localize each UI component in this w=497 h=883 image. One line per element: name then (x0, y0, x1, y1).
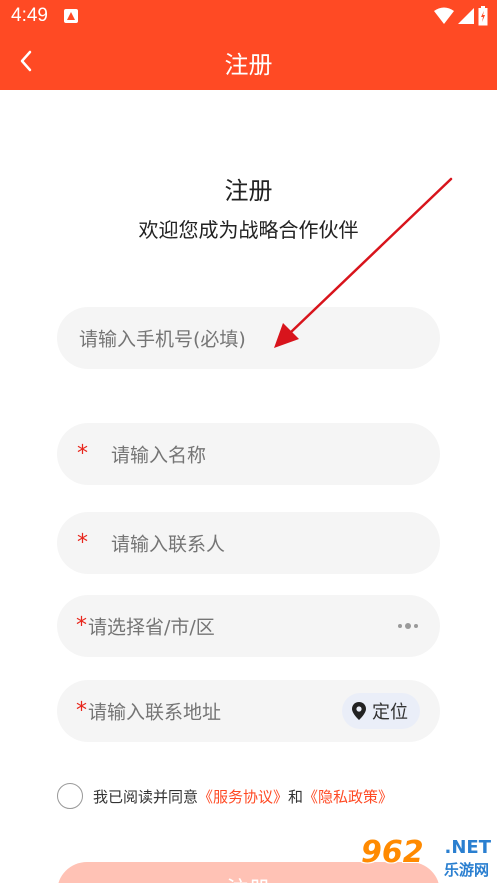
locate-label: 定位 (372, 702, 408, 723)
status-icons (434, 6, 488, 26)
battery-icon (478, 6, 488, 26)
status-bar: 4:49 (0, 0, 497, 33)
nav-bar: 注册 (0, 33, 497, 90)
nav-title: 注册 (224, 51, 273, 79)
more-dots-icon (398, 623, 418, 629)
name-input[interactable]: * 请输入名称 (57, 423, 440, 485)
watermark-logo-text: 962 (361, 835, 424, 870)
watermark-logo: 962 .NET 乐游网 (355, 833, 497, 883)
agreement-prefix: 我已阅读并同意 (93, 787, 199, 806)
address-input[interactable]: * 请输入联系地址 定位 (57, 680, 440, 742)
name-placeholder: 请输入名称 (111, 444, 207, 467)
phone-input[interactable]: 请输入手机号(必填) (57, 307, 440, 369)
agreement-checkbox[interactable] (57, 783, 83, 809)
required-mark: * (76, 613, 87, 639)
address-placeholder: 请输入联系地址 (88, 701, 222, 724)
required-mark: * (77, 530, 88, 556)
watermark-sub: 乐游网 (443, 861, 489, 879)
phone-placeholder: 请输入手机号(必填) (79, 328, 246, 351)
agreement-row: 我已阅读并同意 《服务协议》 和 《隐私政策》 (57, 782, 393, 810)
required-mark: * (77, 441, 88, 467)
privacy-policy-link[interactable]: 《隐私政策》 (303, 786, 393, 807)
region-select[interactable]: * 请选择省/市/区 (57, 595, 440, 657)
contact-placeholder: 请输入联系人 (111, 533, 226, 556)
watermark-domain: .NET (444, 837, 491, 858)
required-mark: * (76, 698, 87, 724)
wifi-icon (434, 7, 454, 24)
status-time: 4:49 (11, 5, 48, 26)
agreement-and: 和 (288, 787, 304, 806)
location-pin-icon (352, 702, 366, 720)
page-title: 注册 (224, 177, 273, 205)
page-subtitle: 欢迎您成为战略合作伙伴 (138, 218, 359, 242)
contact-input[interactable]: * 请输入联系人 (57, 512, 440, 574)
signal-icon (458, 8, 474, 24)
locate-button[interactable]: 定位 (342, 693, 420, 729)
notification-app-icon (64, 9, 78, 23)
service-agreement-link[interactable]: 《服务协议》 (198, 786, 288, 807)
region-placeholder: 请选择省/市/区 (88, 616, 215, 639)
